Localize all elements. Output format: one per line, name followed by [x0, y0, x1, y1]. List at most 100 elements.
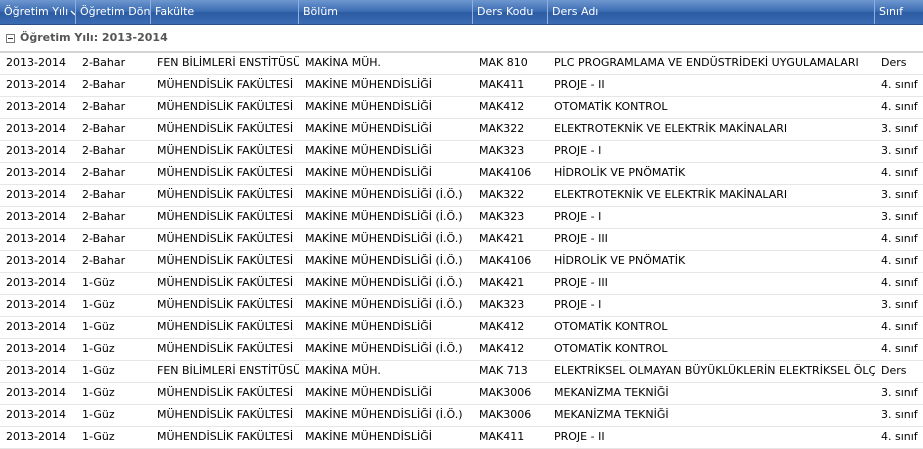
cell-ders-adi: PROJE - I	[554, 210, 602, 223]
cell-bolum: MAKİNE MÜHENDİSLİĞİ (İ.Ö.)	[305, 342, 463, 355]
cell-ders-adi: OTOMATİK KONTROL	[554, 100, 668, 113]
cell-ders-adi: ELEKTRİKSEL OLMAYAN BÜYÜKLÜKLERİN ELEKTR…	[554, 364, 875, 377]
column-header-fakulte[interactable]: Fakülte	[151, 0, 299, 24]
cell-ders-kodu: MAK421	[479, 232, 525, 245]
cell-ogretim-donemi: 1-Güz	[82, 276, 115, 289]
cell-fakulte: MÜHENDİSLİK FAKÜLTESİ	[157, 342, 294, 355]
cell-ogretim-donemi: 2-Bahar	[82, 210, 126, 223]
cell-sinif: 4. sınıf	[881, 254, 918, 267]
table-row[interactable]: 2013-2014 2-Bahar FEN BİLİMLERİ ENSTİTÜSÜ M…	[0, 53, 923, 75]
cell-ogretim-yili: 2013-2014	[6, 100, 66, 113]
cell-sinif: 3. sınıf	[881, 298, 918, 311]
table-row[interactable]: 2013-2014 1-Güz MÜHENDİSLİK FAKÜLTESİ MAKİN…	[0, 383, 923, 405]
column-header-ders-kodu[interactable]: Ders Kodu	[473, 0, 548, 24]
cell-ders-adi: HİDROLİK VE PNÖMATİK	[554, 166, 686, 179]
cell-bolum: MAKİNE MÜHENDİSLİĞİ (İ.Ö.)	[305, 408, 463, 421]
cell-ders-kodu: MAK 810	[479, 56, 528, 69]
cell-fakulte: MÜHENDİSLİK FAKÜLTESİ	[157, 122, 294, 135]
table-row[interactable]: 2013-2014 2-Bahar MÜHENDİSLİK FAKÜLTESİ MAK…	[0, 251, 923, 273]
collapse-icon[interactable]	[6, 33, 15, 43]
table-row[interactable]: 2013-2014 2-Bahar MÜHENDİSLİK FAKÜLTESİ MAK…	[0, 75, 923, 97]
cell-ders-kodu: MAK411	[479, 430, 525, 443]
column-header-ders-adi[interactable]: Ders Adı	[548, 0, 875, 24]
group-label: Öğretim Yılı: 2013-2014	[20, 31, 168, 44]
table-row[interactable]: 2013-2014 1-Güz MÜHENDİSLİK FAKÜLTESİ MAKİN…	[0, 405, 923, 427]
table-row[interactable]: 2013-2014 1-Güz MÜHENDİSLİK FAKÜLTESİ MAKİN…	[0, 427, 923, 449]
cell-ogretim-yili: 2013-2014	[6, 210, 66, 223]
cell-bolum: MAKİNE MÜHENDİSLİĞİ (İ.Ö.)	[305, 210, 463, 223]
column-header-label: Fakülte	[155, 5, 195, 18]
cell-ogretim-donemi: 1-Güz	[82, 408, 115, 421]
cell-ogretim-yili: 2013-2014	[6, 232, 66, 245]
cell-ogretim-yili: 2013-2014	[6, 78, 66, 91]
cell-ders-adi: PROJE - II	[554, 78, 605, 91]
cell-ders-kodu: MAK323	[479, 144, 525, 157]
cell-ogretim-donemi: 2-Bahar	[82, 166, 126, 179]
table-row[interactable]: 2013-2014 2-Bahar MÜHENDİSLİK FAKÜLTESİ MAK…	[0, 163, 923, 185]
table-row[interactable]: 2013-2014 2-Bahar MÜHENDİSLİK FAKÜLTESİ MAK…	[0, 97, 923, 119]
cell-ogretim-donemi: 2-Bahar	[82, 100, 126, 113]
cell-fakulte: MÜHENDİSLİK FAKÜLTESİ	[157, 430, 294, 443]
table-row[interactable]: 2013-2014 2-Bahar MÜHENDİSLİK FAKÜLTESİ MAK…	[0, 229, 923, 251]
cell-ders-adi: OTOMATİK KONTROL	[554, 342, 668, 355]
cell-fakulte: MÜHENDİSLİK FAKÜLTESİ	[157, 210, 294, 223]
cell-bolum: MAKİNE MÜHENDİSLİĞİ (İ.Ö.)	[305, 254, 463, 267]
cell-ogretim-yili: 2013-2014	[6, 188, 66, 201]
table-row[interactable]: 2013-2014 2-Bahar MÜHENDİSLİK FAKÜLTESİ MAK…	[0, 185, 923, 207]
cell-ders-kodu: MAK412	[479, 342, 525, 355]
cell-bolum: MAKİNA MÜH.	[305, 364, 381, 377]
cell-ogretim-yili: 2013-2014	[6, 408, 66, 421]
table-row[interactable]: 2013-2014 1-Güz MÜHENDİSLİK FAKÜLTESİ MAKİN…	[0, 273, 923, 295]
table-row[interactable]: 2013-2014 1-Güz MÜHENDİSLİK FAKÜLTESİ MAKİN…	[0, 339, 923, 361]
cell-ders-kodu: MAK412	[479, 100, 525, 113]
cell-ders-adi: PROJE - III	[554, 232, 608, 245]
cell-ogretim-donemi: 1-Güz	[82, 320, 115, 333]
cell-ders-kodu: MAK322	[479, 122, 525, 135]
cell-fakulte: MÜHENDİSLİK FAKÜLTESİ	[157, 144, 294, 157]
cell-sinif: 3. sınıf	[881, 144, 918, 157]
cell-ders-adi: PROJE - II	[554, 430, 605, 443]
cell-bolum: MAKİNE MÜHENDİSLİĞİ	[305, 144, 432, 157]
cell-ogretim-donemi: 2-Bahar	[82, 56, 126, 69]
cell-sinif: 4. sınıf	[881, 78, 918, 91]
cell-ogretim-yili: 2013-2014	[6, 276, 66, 289]
cell-bolum: MAKİNE MÜHENDİSLİĞİ	[305, 386, 432, 399]
cell-ders-kodu: MAK4106	[479, 166, 532, 179]
table-row[interactable]: 2013-2014 2-Bahar MÜHENDİSLİK FAKÜLTESİ MAK…	[0, 207, 923, 229]
cell-ders-kodu: MAK3006	[479, 408, 532, 421]
table-row[interactable]: 2013-2014 1-Güz FEN BİLİMLERİ ENSTİTÜSÜ MAK…	[0, 361, 923, 383]
cell-ogretim-yili: 2013-2014	[6, 254, 66, 267]
grid-body: 2013-2014 2-Bahar FEN BİLİMLERİ ENSTİTÜSÜ M…	[0, 53, 923, 449]
cell-ogretim-yili: 2013-2014	[6, 430, 66, 443]
column-header-ogretim-donemi[interactable]: Öğretim Döne	[76, 0, 151, 24]
cell-ders-kodu: MAK421	[479, 276, 525, 289]
group-row: Öğretim Yılı: 2013-2014	[0, 25, 923, 53]
cell-sinif: 4. sınıf	[881, 430, 918, 443]
table-row[interactable]: 2013-2014 2-Bahar MÜHENDİSLİK FAKÜLTESİ MAK…	[0, 119, 923, 141]
column-header-sinif[interactable]: Sınıf	[875, 0, 923, 24]
table-row[interactable]: 2013-2014 2-Bahar MÜHENDİSLİK FAKÜLTESİ MAK…	[0, 141, 923, 163]
cell-bolum: MAKİNA MÜH.	[305, 56, 381, 69]
cell-sinif: 4. sınıf	[881, 232, 918, 245]
cell-ders-adi: MEKANİZMA TEKNİĞİ	[554, 386, 669, 399]
cell-fakulte: MÜHENDİSLİK FAKÜLTESİ	[157, 78, 294, 91]
cell-ogretim-donemi: 2-Bahar	[82, 254, 126, 267]
cell-bolum: MAKİNE MÜHENDİSLİĞİ	[305, 320, 432, 333]
cell-ders-adi: HİDROLİK VE PNÖMATİK	[554, 254, 686, 267]
cell-ogretim-donemi: 1-Güz	[82, 364, 115, 377]
column-header-label: Öğretim Döne	[80, 5, 151, 18]
cell-fakulte: MÜHENDİSLİK FAKÜLTESİ	[157, 320, 294, 333]
cell-fakulte: MÜHENDİSLİK FAKÜLTESİ	[157, 232, 294, 245]
cell-fakulte: MÜHENDİSLİK FAKÜLTESİ	[157, 386, 294, 399]
table-row[interactable]: 2013-2014 1-Güz MÜHENDİSLİK FAKÜLTESİ MAKİN…	[0, 295, 923, 317]
cell-ogretim-yili: 2013-2014	[6, 320, 66, 333]
cell-ders-kodu: MAK3006	[479, 386, 532, 399]
cell-fakulte: MÜHENDİSLİK FAKÜLTESİ	[157, 408, 294, 421]
cell-ogretim-yili: 2013-2014	[6, 298, 66, 311]
column-header-bolum[interactable]: Bölüm	[299, 0, 473, 24]
table-row[interactable]: 2013-2014 1-Güz MÜHENDİSLİK FAKÜLTESİ MAKİN…	[0, 317, 923, 339]
column-header-label: Ders Adı	[552, 5, 599, 18]
cell-ogretim-donemi: 1-Güz	[82, 342, 115, 355]
column-header-ogretim-yili[interactable]: Öğretim Yılı	[0, 0, 76, 24]
cell-fakulte: MÜHENDİSLİK FAKÜLTESİ	[157, 298, 294, 311]
